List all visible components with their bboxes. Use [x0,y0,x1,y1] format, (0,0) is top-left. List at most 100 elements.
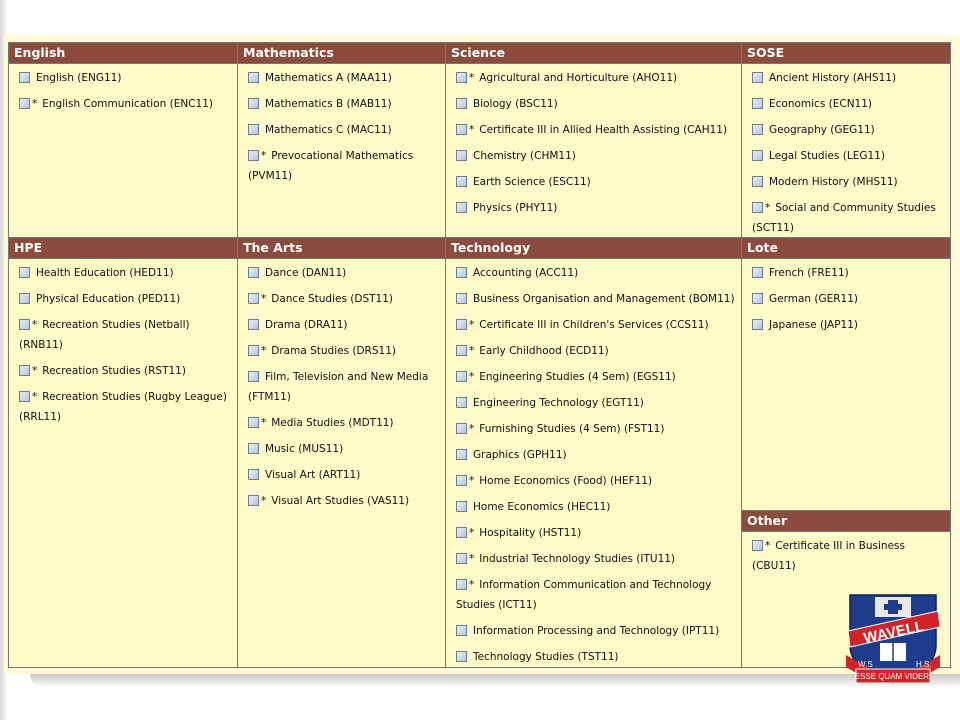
subject-option: * English Communication (ENC11) [14,94,233,114]
subject-checkbox[interactable] [456,397,467,408]
subject-list: Health Education (HED11) Physical Educati… [9,259,237,427]
subject-option: Home Economics (HEC11) [451,497,737,517]
subject-label: Furnishing Studies (4 Sem) (FST11) [479,423,665,435]
subject-checkbox[interactable] [752,319,763,330]
subject-checkbox[interactable] [456,293,467,304]
subject-option: * Industrial Technology Studies (ITU11) [451,549,737,569]
subject-label: Accounting (ACC11) [473,267,579,279]
subject-label: Home Economics (Food) (HEF11) [479,475,653,487]
subject-checkbox[interactable] [248,72,259,83]
subject-label: Drama (DRA11) [265,319,348,331]
prerequisite-asterisk: * [469,124,475,136]
subject-checkbox[interactable] [456,501,467,512]
subject-option: Information Processing and Technology (I… [451,621,737,641]
subject-list: Accounting (ACC11) Business Organisation … [446,259,741,667]
prerequisite-asterisk: * [32,391,38,403]
category-panel-lote: Lote French (FRE11) German (GER11) Japanese… [741,237,951,511]
subject-checkbox[interactable] [248,319,259,330]
subject-checkbox[interactable] [248,469,259,480]
subject-checkbox[interactable] [19,72,30,83]
prerequisite-asterisk: * [765,540,771,552]
subject-checkbox[interactable] [456,98,467,109]
subject-checkbox[interactable] [248,417,259,428]
subject-checkbox[interactable] [752,150,763,161]
subject-checkbox[interactable] [752,176,763,187]
subject-list: * Agricultural and Horticulture (AHO11) Bi… [446,64,741,218]
subject-option: * Home Economics (Food) (HEF11) [451,471,737,491]
prerequisite-asterisk: * [469,371,475,383]
subject-checkbox[interactable] [456,267,467,278]
subject-option: * Engineering Studies (4 Sem) (EGS11) [451,367,737,387]
subject-label: Information Processing and Technology (I… [473,625,720,637]
subject-option: German (GER11) [747,289,946,309]
subject-checkbox[interactable] [456,449,467,460]
subject-checkbox[interactable] [456,202,467,213]
subject-checkbox[interactable] [19,391,30,402]
subject-checkbox[interactable] [456,579,467,590]
subject-checkbox[interactable] [752,267,763,278]
subject-checkbox[interactable] [19,293,30,304]
category-panel-the-arts: The Arts Dance (DAN11) * Dance Studies (DST… [237,237,446,668]
subject-checkbox[interactable] [248,150,259,161]
subject-label: Recreation Studies (RST11) [42,365,186,377]
subject-checkbox[interactable] [456,371,467,382]
subject-checkbox[interactable] [248,443,259,454]
subject-checkbox[interactable] [456,124,467,135]
subject-option: * Certificate III in Allied Health Assist… [451,120,737,140]
subject-checkbox[interactable] [752,202,763,213]
category-panel-technology: Technology Accounting (ACC11) Business Org… [445,237,742,668]
subject-option: Earth Science (ESC11) [451,172,737,192]
subject-label: Mathematics A (MAA11) [265,72,392,84]
subject-label: Legal Studies (LEG11) [769,150,885,162]
subject-checkbox[interactable] [248,293,259,304]
subject-label: Dance (DAN11) [265,267,347,279]
subject-checkbox[interactable] [248,98,259,109]
subject-label: Economics (ECN11) [769,98,873,110]
subject-list: French (FRE11) German (GER11) Japanese (JA… [742,259,950,335]
subject-label: Modern History (MHS11) [769,176,898,188]
subject-checkbox[interactable] [456,475,467,486]
subject-checkbox[interactable] [19,365,30,376]
subject-checkbox[interactable] [456,651,467,662]
subject-checkbox[interactable] [456,553,467,564]
prerequisite-asterisk: * [469,423,475,435]
subject-checkbox[interactable] [456,345,467,356]
subject-option: * Early Childhood (ECD11) [451,341,737,361]
subject-label: Chemistry (CHM11) [473,150,576,162]
subject-option: Ancient History (AHS11) [747,68,946,88]
subject-checkbox[interactable] [752,293,763,304]
subject-checkbox[interactable] [248,345,259,356]
subject-label: Biology (BSC11) [473,98,558,110]
subject-option: * Media Studies (MDT11) [243,413,441,433]
subject-option: * Prevocational Mathematics (PVM11) [243,146,441,186]
subject-checkbox[interactable] [456,625,467,636]
subject-checkbox[interactable] [752,98,763,109]
subject-checkbox[interactable] [19,319,30,330]
subject-checkbox[interactable] [248,267,259,278]
subject-checkbox[interactable] [752,540,763,551]
subject-list: Ancient History (AHS11) Economics (ECN11)… [742,64,950,238]
subject-checkbox[interactable] [248,124,259,135]
subject-checkbox[interactable] [456,423,467,434]
subject-label: Drama Studies (DRS11) [271,345,396,357]
prerequisite-asterisk: * [469,345,475,357]
subject-checkbox[interactable] [248,371,259,382]
subject-checkbox[interactable] [456,150,467,161]
subject-checkbox[interactable] [456,72,467,83]
prerequisite-asterisk: * [32,365,38,377]
prerequisite-asterisk: * [261,345,267,357]
subject-checkbox[interactable] [248,495,259,506]
subject-option: Graphics (GPH11) [451,445,737,465]
prerequisite-asterisk: * [32,319,38,331]
subject-checkbox[interactable] [19,267,30,278]
subject-checkbox[interactable] [456,527,467,538]
subject-checkbox[interactable] [19,98,30,109]
subject-checkbox[interactable] [752,124,763,135]
subject-checkbox[interactable] [456,319,467,330]
subject-option: * Recreation Studies (RST11) [14,361,233,381]
subject-label: Film, Television and New Media (FTM11) [248,371,429,403]
subject-label: Geography (GEG11) [769,124,875,136]
subject-option: Legal Studies (LEG11) [747,146,946,166]
subject-checkbox[interactable] [752,72,763,83]
subject-checkbox[interactable] [456,176,467,187]
